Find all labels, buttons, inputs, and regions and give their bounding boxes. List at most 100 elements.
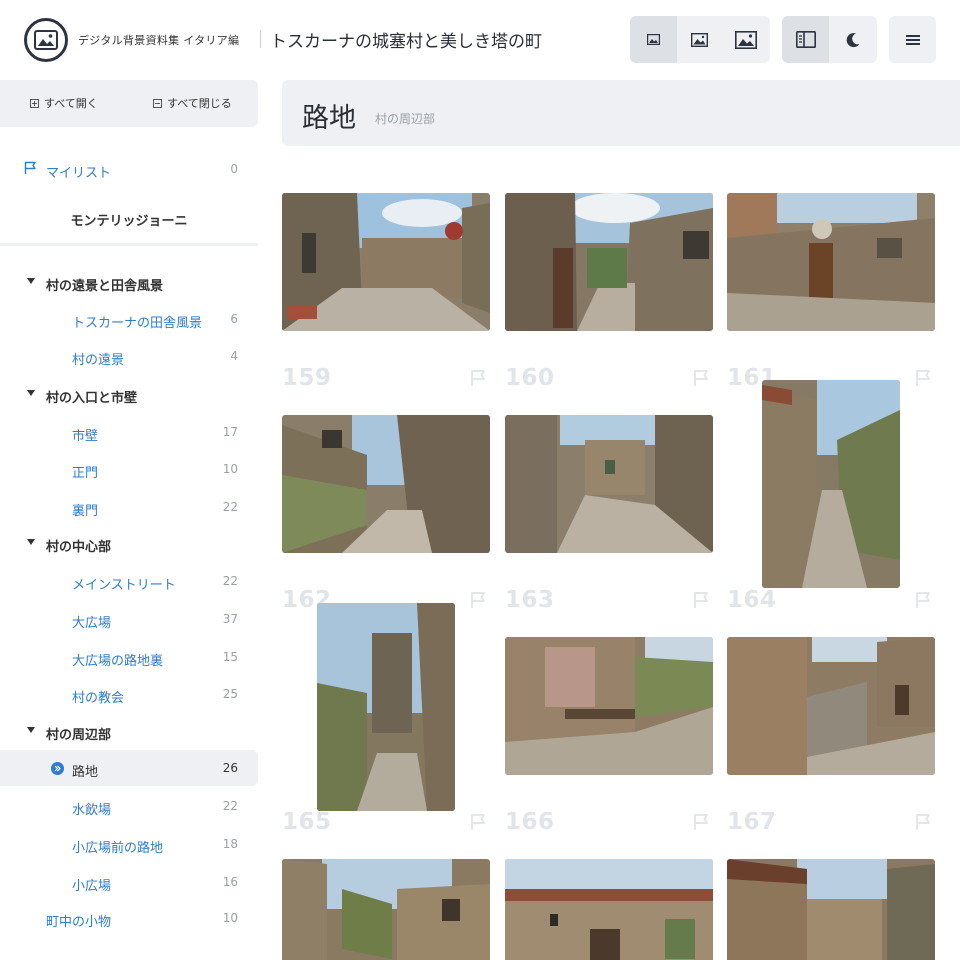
sidebar-item-label: メインストリート — [72, 578, 176, 593]
flag-icon[interactable] — [915, 813, 933, 831]
mylist-label: マイリスト — [46, 166, 112, 181]
sidebar-item-small-square[interactable]: 小広場 16 — [0, 864, 258, 900]
plus-square-icon — [30, 98, 39, 108]
brand-name[interactable]: デジタル背景資料集 イタリア編 — [78, 32, 239, 48]
photo-number: 165 — [282, 809, 332, 835]
sidebar-item-count: 22 — [222, 799, 238, 813]
mylist-count: 0 — [230, 162, 238, 176]
category-village-center[interactable]: 村の中心部 — [0, 525, 258, 561]
flag-icon[interactable] — [470, 369, 488, 387]
flag-icon[interactable] — [470, 813, 488, 831]
sidebar-item-count: 25 — [222, 687, 238, 701]
photo-thumbnail[interactable] — [317, 603, 455, 811]
thumb-medium-button[interactable] — [677, 16, 724, 63]
photo-tile[interactable]: 165 — [282, 603, 490, 835]
expand-all-label: すべて開く — [44, 97, 98, 110]
logo-image-icon — [34, 30, 58, 50]
sidebar-item-city-walls[interactable]: 市壁 17 — [0, 414, 258, 450]
sidebar-item-label: 大広場の路地裏 — [72, 654, 164, 669]
photo-tile[interactable] — [282, 846, 490, 960]
caret-down-icon — [27, 278, 35, 284]
flag-icon[interactable] — [915, 591, 933, 609]
sidebar-item-label: 裏門 — [72, 504, 99, 519]
collapse-all-button[interactable]: すべて閉じる — [153, 95, 232, 111]
mylist-link[interactable]: マイリスト 0 — [0, 158, 258, 181]
flag-icon[interactable] — [693, 591, 711, 609]
sidebar-item-village-church[interactable]: 村の教会 25 — [0, 676, 258, 712]
sidebar-toggle-button[interactable] — [782, 16, 829, 63]
photo-thumbnail[interactable] — [727, 637, 935, 775]
sidebar-item-label: 町中の小物 — [46, 915, 112, 930]
photo-number: 163 — [505, 587, 555, 613]
dark-mode-button[interactable] — [829, 16, 876, 63]
menu-button[interactable] — [889, 16, 936, 63]
category-village-views[interactable]: 村の遠景と田舎風景 — [0, 264, 258, 300]
sidebar-item-label: 路地 — [72, 765, 99, 780]
thumb-small-button[interactable] — [630, 16, 677, 63]
sidebar-item-label: 水飲場 — [72, 803, 112, 818]
photo-thumbnail[interactable] — [505, 193, 713, 331]
photo-tile[interactable]: 160 — [505, 180, 713, 391]
category-entrance-walls[interactable]: 村の入口と市壁 — [0, 376, 258, 412]
sidebar-item-label: トスカーナの田舎風景 — [72, 316, 203, 331]
sidebar-item-small-square-alley[interactable]: 小広場前の路地 18 — [0, 826, 258, 862]
app-logo[interactable] — [24, 18, 68, 62]
photo-thumbnail[interactable] — [505, 859, 713, 960]
photo-thumbnail[interactable] — [727, 859, 935, 960]
photo-tile[interactable]: 166 — [505, 624, 713, 835]
sidebar-item-main-gate[interactable]: 正門 10 — [0, 451, 258, 487]
flag-icon[interactable] — [915, 369, 933, 387]
photo-tile[interactable]: 159 — [282, 180, 490, 391]
category-village-outskirts[interactable]: 村の周辺部 — [0, 713, 258, 749]
photo-thumbnail[interactable] — [505, 415, 713, 553]
sidebar-item-main-square[interactable]: 大広場 37 — [0, 601, 258, 637]
flag-icon — [24, 161, 36, 174]
flag-icon[interactable] — [693, 369, 711, 387]
sidebar-item-tuscan-countryside[interactable]: トスカーナの田舎風景 6 — [0, 301, 258, 337]
app-header: デジタル背景資料集 イタリア編 トスカーナの城塞村と美しき塔の町 — [0, 0, 960, 80]
category-label: 村の遠景と田舎風景 — [46, 279, 164, 294]
expand-collapse-bar: すべて開く すべて閉じる — [0, 80, 258, 127]
photo-tile[interactable]: 161 — [727, 180, 935, 391]
selected-chevron-icon — [51, 762, 64, 775]
collapse-all-label: すべて閉じる — [167, 97, 232, 110]
photo-tile[interactable] — [505, 846, 713, 960]
sidebar-item-main-street[interactable]: メインストリート 22 — [0, 563, 258, 599]
expand-all-button[interactable]: すべて開く — [30, 95, 98, 111]
flag-icon[interactable] — [470, 591, 488, 609]
thumb-large-button[interactable] — [723, 16, 770, 63]
photo-thumbnail[interactable] — [282, 859, 490, 960]
sidebar-item-square-backalley[interactable]: 大広場の路地裏 15 — [0, 639, 258, 675]
photo-thumbnail[interactable] — [282, 193, 490, 331]
photo-thumbnail[interactable] — [727, 193, 935, 331]
category-label: 村の中心部 — [46, 540, 112, 555]
sidebar-item-back-gate[interactable]: 裏門 22 — [0, 489, 258, 525]
sidebar-item-label: 正門 — [72, 466, 99, 481]
photo-tile[interactable]: 167 — [727, 624, 935, 835]
sidebar-item-fountain[interactable]: 水飲場 22 — [0, 788, 258, 824]
photo-number: 164 — [727, 587, 777, 613]
photo-tile[interactable]: 163 — [505, 402, 713, 613]
photo-tile[interactable]: 164 — [727, 380, 935, 613]
sidebar-item-count: 4 — [230, 349, 238, 363]
sidebar-item-count: 26 — [222, 761, 238, 775]
caret-down-icon — [27, 390, 35, 396]
photo-number: 160 — [505, 365, 555, 391]
photo-thumbnail[interactable] — [505, 637, 713, 775]
sidebar-item-count: 15 — [222, 650, 238, 664]
sidebar-item-alley-selected[interactable]: 路地 26 — [0, 750, 258, 786]
flag-icon[interactable] — [693, 813, 711, 831]
photo-thumbnail[interactable] — [762, 380, 900, 588]
sidebar-item-count: 17 — [222, 425, 238, 439]
sidebar-toggle-icon — [795, 31, 816, 48]
sidebar-item-town-objects[interactable]: 町中の小物 10 — [0, 900, 258, 936]
menu-icon — [905, 34, 920, 45]
photo-tile[interactable]: 162 — [282, 402, 490, 613]
thumbnail-size-group — [630, 16, 770, 63]
sidebar-item-village-distant[interactable]: 村の遠景 4 — [0, 338, 258, 374]
photo-tile[interactable] — [727, 846, 935, 960]
photo-thumbnail[interactable] — [282, 415, 490, 553]
minus-square-icon — [153, 98, 162, 108]
sidebar-item-count: 18 — [222, 837, 238, 851]
photo-number: 166 — [505, 809, 555, 835]
